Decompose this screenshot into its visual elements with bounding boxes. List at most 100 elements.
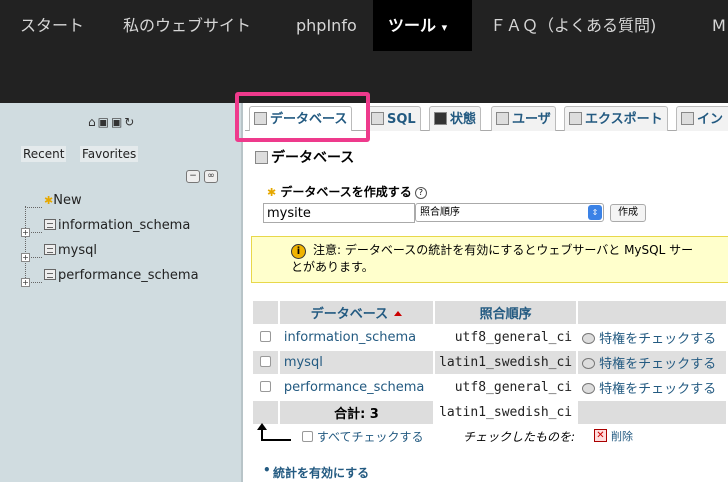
check-privileges-link[interactable]: 特権をチェックする: [599, 357, 716, 372]
sql-icon: [371, 112, 384, 125]
new-star-icon: ✱: [267, 186, 277, 199]
chevron-down-icon: ▾: [441, 21, 448, 34]
check-privileges-link[interactable]: 特権をチェックする: [599, 382, 716, 397]
header-collation[interactable]: 照合順序: [435, 301, 577, 324]
with-checked-label: チェックしたものを:: [463, 430, 576, 444]
tree-line: [25, 206, 26, 280]
db-link[interactable]: performance_schema: [284, 380, 425, 395]
total-empty-cell: [578, 401, 726, 424]
top-navigation: スタート 私のウェブサイト phpInfo ツール ▾ ＦＡＱ（よくある質問) …: [0, 0, 728, 103]
collation-cell: utf8_general_ci: [435, 326, 577, 349]
tree-item-information-schema[interactable]: information_schema: [44, 217, 190, 235]
nav-tools-label: ツール: [388, 16, 437, 35]
expand-icon[interactable]: +: [21, 253, 30, 262]
traffic-light-icon: [434, 112, 447, 125]
database-icon: [255, 151, 268, 164]
delete-icon[interactable]: ✕: [594, 429, 607, 442]
db-name-cell: mysql: [279, 351, 434, 374]
nav-phpinfo[interactable]: phpInfo: [296, 0, 357, 51]
db-name-cell: information_schema: [279, 326, 434, 349]
sidebar-toolbar-icons[interactable]: ⌂▣▣↻: [88, 115, 136, 129]
check-all-link[interactable]: すべてチェックする: [302, 428, 424, 445]
check-privileges-link[interactable]: 特権をチェックする: [599, 332, 716, 347]
page-title-text: データベース: [271, 150, 355, 166]
enable-statistics-link[interactable]: 統計を有効にする: [263, 463, 369, 481]
tab-label: イン: [697, 112, 724, 127]
action-cell: 特権をチェックする: [578, 326, 726, 349]
tab-export[interactable]: エクスポート: [564, 106, 668, 131]
header-action-col: [578, 301, 726, 324]
import-icon: [681, 112, 694, 125]
collapse-all-icon[interactable]: −: [186, 170, 200, 183]
tab-status[interactable]: 状態: [429, 106, 482, 131]
tree-item-label: information_schema: [58, 218, 191, 233]
row-checkbox-cell: [253, 351, 278, 374]
header-checkbox-col: [253, 301, 278, 324]
header-database[interactable]: データベース: [279, 301, 434, 324]
sidebar-recent-button[interactable]: Recent: [21, 146, 67, 162]
collation-cell: latin1_swedish_ci: [435, 351, 577, 374]
check-all-checkbox[interactable]: [302, 431, 313, 442]
collation-select-value: 照合順序: [420, 207, 460, 218]
tab-import[interactable]: イン: [676, 106, 728, 131]
notice-box: i 注意: データベースの統計を有効にするとウェブサーバと MySQL サー と…: [251, 236, 728, 283]
privileges-icon: [582, 358, 596, 369]
tab-label: ユーザ: [512, 112, 551, 127]
delete-link[interactable]: 削除: [611, 428, 633, 444]
database-table: データベース 照合順序 information_schema utf8_gene…: [251, 299, 728, 426]
table-row: performance_schema utf8_general_ci 特権をチェ…: [253, 376, 726, 399]
help-icon[interactable]: ?: [414, 187, 427, 199]
tab-sql[interactable]: SQL: [366, 106, 421, 131]
total-collation: latin1_swedish_ci: [435, 401, 577, 424]
tab-users[interactable]: ユーザ: [491, 106, 556, 131]
table-total-row: 合計: 3 latin1_swedish_ci: [253, 401, 726, 424]
nav-start[interactable]: スタート: [20, 0, 84, 51]
info-icon: i: [291, 244, 306, 259]
nav-my-website[interactable]: 私のウェブサイト: [123, 0, 251, 51]
privileges-icon: [582, 333, 596, 344]
row-checkbox[interactable]: [259, 331, 271, 342]
tree-item-new[interactable]: ✱New: [44, 192, 82, 210]
create-label-text: データベースを作成する: [280, 185, 412, 199]
nav-faq[interactable]: ＦＡＱ（よくある質問): [490, 0, 656, 51]
row-checkbox[interactable]: [259, 356, 271, 367]
nav-tools[interactable]: ツール ▾: [373, 0, 472, 51]
db-link[interactable]: mysql: [284, 355, 323, 370]
select-arrows-icon: ⇕: [588, 205, 602, 220]
bulk-actions: すべてチェックする チェックしたものを: ✕ 削除: [257, 423, 681, 445]
tree-item-mysql[interactable]: mysql: [44, 242, 97, 260]
expand-icon[interactable]: +: [21, 278, 30, 287]
row-checkbox-cell: [253, 376, 278, 399]
table-header-row: データベース 照合順序: [253, 301, 726, 324]
database-name-input[interactable]: [263, 203, 415, 223]
table-row: mysql latin1_swedish_ci 特権をチェックする: [253, 351, 726, 374]
export-icon: [569, 112, 582, 125]
users-icon: [496, 112, 509, 125]
row-checkbox-cell: [253, 326, 278, 349]
notice-text-line2: とがあります。: [291, 260, 374, 274]
database-icon: [44, 244, 56, 255]
collation-select[interactable]: 照合順序 ⇕: [415, 203, 604, 222]
nav-more[interactable]: M: [712, 0, 726, 51]
link-icon[interactable]: ∞: [204, 170, 218, 183]
main-content: データベース SQL 状態 ユーザ エクスポート イン データベース ✱ データ…: [245, 103, 728, 482]
page-title: データベース: [255, 147, 354, 167]
table-row: information_schema utf8_general_ci 特権をチェ…: [253, 326, 726, 349]
create-database-label: ✱ データベースを作成する?: [267, 183, 427, 200]
tree-item-label: New: [53, 193, 82, 208]
db-name-cell: performance_schema: [279, 376, 434, 399]
tree-item-performance-schema[interactable]: performance_schema: [44, 267, 199, 285]
highlight-frame: [235, 92, 370, 142]
row-checkbox[interactable]: [259, 381, 271, 392]
database-icon: [44, 269, 56, 280]
total-empty-cell: [253, 401, 278, 424]
db-link[interactable]: information_schema: [284, 330, 416, 345]
total-count: 合計: 3: [279, 401, 434, 424]
notice-text: 注意: データベースの統計を有効にするとウェブサーバと MySQL サー: [313, 243, 694, 257]
database-icon: [44, 219, 56, 230]
tree-item-label: performance_schema: [58, 268, 199, 283]
tree-item-label: mysql: [58, 243, 97, 258]
sidebar-favorites-button[interactable]: Favorites: [80, 146, 139, 162]
expand-icon[interactable]: +: [21, 228, 30, 237]
create-button[interactable]: 作成: [610, 204, 646, 222]
